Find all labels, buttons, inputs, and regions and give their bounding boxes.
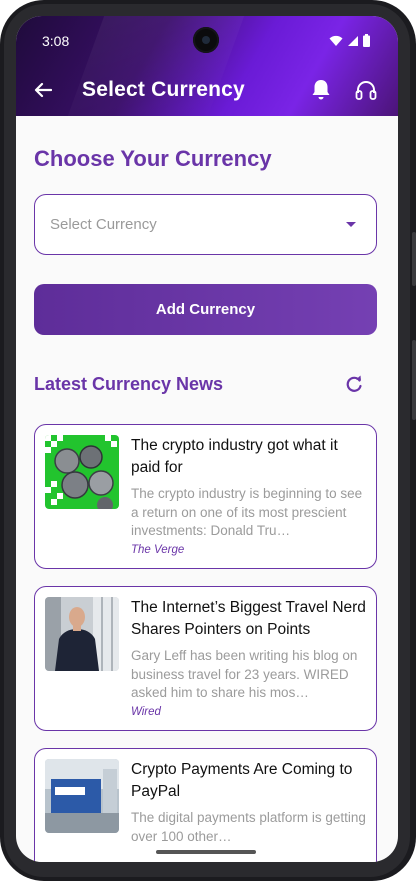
add-currency-button[interactable]: Add Currency bbox=[34, 284, 377, 335]
camera-cutout bbox=[193, 27, 219, 53]
news-card[interactable]: The Internet’s Biggest Travel Nerd Share… bbox=[34, 586, 377, 731]
section-heading-choose-currency: Choose Your Currency bbox=[34, 146, 272, 171]
refresh-button[interactable] bbox=[344, 374, 364, 394]
wifi-icon bbox=[329, 35, 343, 46]
news-title: The Internet’s Biggest Travel Nerd Share… bbox=[131, 599, 366, 638]
home-indicator[interactable] bbox=[156, 850, 256, 854]
app-screen: 3:08 Select Currency Choose Your Currenc… bbox=[16, 16, 398, 862]
back-arrow-icon bbox=[34, 82, 52, 98]
news-description: Gary Leff has been writing his blog on b… bbox=[131, 648, 358, 700]
news-thumbnail-person bbox=[45, 597, 119, 671]
news-thumbnail-paypal bbox=[45, 759, 119, 833]
section-heading-news: Latest Currency News bbox=[34, 374, 224, 394]
refresh-icon bbox=[346, 375, 362, 392]
news-thumbnail-crypto-coins bbox=[45, 435, 119, 509]
back-button[interactable] bbox=[30, 77, 56, 103]
currency-select-placeholder: Select Currency bbox=[50, 216, 157, 233]
support-button[interactable] bbox=[353, 77, 379, 103]
page-title: Select Currency bbox=[82, 78, 245, 101]
volume-button bbox=[412, 232, 416, 286]
dropdown-caret-icon bbox=[346, 222, 356, 227]
news-card[interactable]: The crypto industry got what it paid for… bbox=[34, 424, 377, 569]
signal-icon bbox=[348, 35, 358, 46]
status-time: 3:08 bbox=[42, 33, 70, 49]
device-frame: 3:08 Select Currency Choose Your Currenc… bbox=[0, 0, 416, 881]
news-title: The crypto industry got what it paid for bbox=[131, 437, 338, 476]
app-header: 3:08 Select Currency bbox=[16, 16, 398, 116]
news-description: The crypto industry is beginning to see … bbox=[131, 486, 363, 538]
news-card[interactable]: Crypto Payments Are Coming to PayPal The… bbox=[34, 748, 377, 862]
news-source: Wired bbox=[131, 706, 161, 718]
news-source: The Verge bbox=[131, 544, 185, 556]
notifications-button[interactable] bbox=[308, 77, 334, 103]
battery-icon bbox=[363, 34, 370, 47]
headset-icon bbox=[355, 81, 377, 100]
news-title: Crypto Payments Are Coming to PayPal bbox=[131, 761, 353, 800]
bell-icon bbox=[312, 80, 330, 100]
currency-select[interactable]: Select Currency bbox=[34, 194, 377, 255]
status-icons bbox=[329, 34, 370, 47]
news-description: The digital payments platform is getting… bbox=[131, 810, 366, 844]
power-button bbox=[412, 340, 416, 420]
